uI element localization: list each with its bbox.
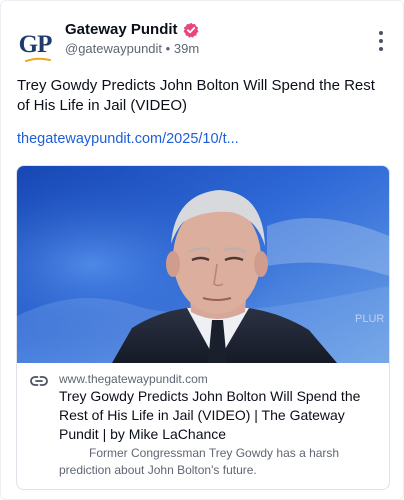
more-vertical-icon[interactable] [377, 31, 385, 51]
display-name[interactable]: Gateway Pundit [65, 21, 178, 38]
post-link[interactable]: thegatewaypundit.com/2025/10/t... [17, 131, 239, 147]
post-time[interactable]: 39m [174, 41, 199, 56]
link-preview-card[interactable]: PLUR www.thegatewaypundit.com Trey Gowdy… [16, 165, 390, 490]
post-card[interactable]: GP Gateway Pundit @gatewaypundit • 39m T… [0, 0, 404, 500]
avatar-logo-text: GP [18, 31, 53, 58]
avatar[interactable]: GP [13, 23, 57, 67]
thumbnail-overlay-text: PLUR [355, 313, 384, 325]
preview-description: Former Congressman Trey Gowdy has a hars… [59, 446, 340, 477]
verified-badge-icon [183, 22, 198, 38]
link-icon [30, 376, 48, 386]
gp-logo: GP [18, 31, 53, 62]
post-text: Trey Gowdy Predicts John Bolton Will Spe… [17, 77, 375, 114]
meta-separator: • [165, 41, 171, 56]
preview-thumbnail: PLUR [17, 166, 389, 363]
handle[interactable]: @gatewaypundit [65, 41, 162, 56]
preview-title[interactable]: Trey Gowdy Predicts John Bolton Will Spe… [59, 387, 384, 444]
preview-domain: www.thegatewaypundit.com [59, 372, 208, 386]
author-row: Gateway Pundit [65, 21, 199, 38]
post-meta: @gatewaypundit • 39m [65, 41, 199, 56]
logo-swoosh-icon [24, 57, 51, 62]
